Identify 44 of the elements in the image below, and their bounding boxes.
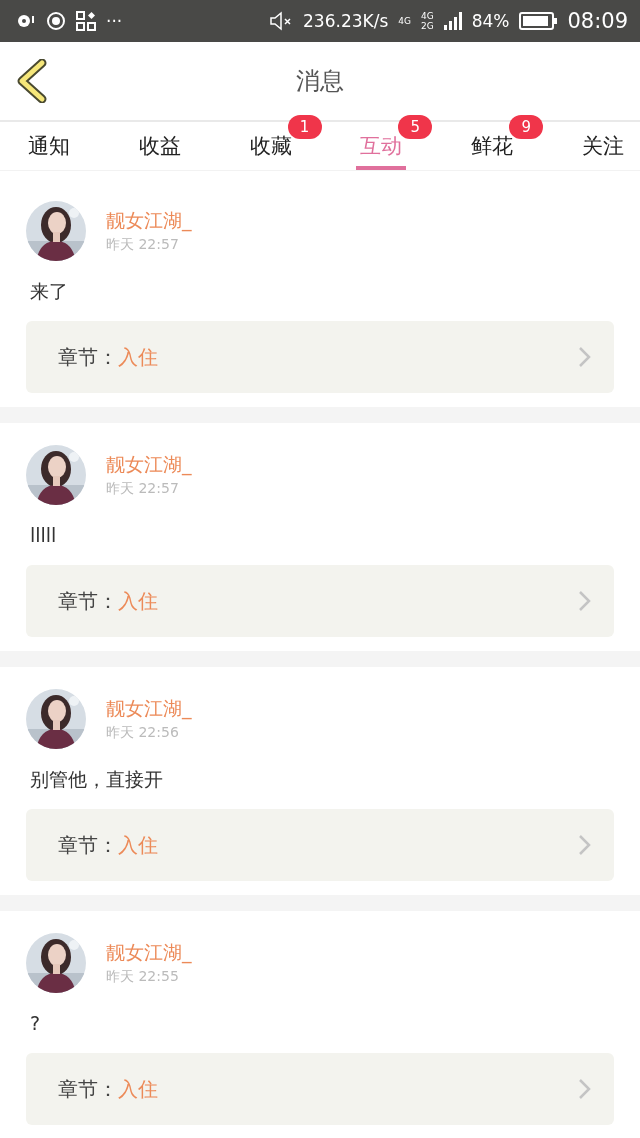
- chapter-title: 入住: [118, 831, 158, 859]
- chapter-title: 入住: [118, 587, 158, 615]
- message-text: ?: [30, 1011, 42, 1036]
- chapter-title: 入住: [118, 343, 158, 371]
- chapter-label: 章节：: [58, 587, 118, 615]
- battery-percent: 84%: [471, 11, 510, 31]
- chapter-link[interactable]: 章节：入住: [26, 1053, 614, 1125]
- tab[interactable]: 收益: [134, 122, 185, 170]
- chevron-right-icon: [578, 834, 592, 856]
- message-time: 昨天 22:57: [106, 236, 180, 254]
- message-text: 来了: [30, 279, 69, 304]
- signal-icon: [443, 11, 462, 31]
- tab[interactable]: 通知: [24, 122, 74, 170]
- tab[interactable]: 关注: [578, 122, 628, 170]
- chapter-label: 章节：: [58, 831, 118, 859]
- message-text: lllll: [30, 523, 58, 548]
- network-type: 4G: [420, 11, 434, 21]
- record-icon: [46, 11, 66, 31]
- more-indicator: ···: [106, 11, 123, 31]
- battery-icon: [519, 12, 558, 30]
- message-time: 昨天 22:56: [106, 724, 180, 742]
- count-badge: 5: [398, 115, 433, 139]
- back-icon[interactable]: [16, 59, 48, 103]
- message-time: 昨天 22:57: [106, 480, 180, 498]
- chapter-link[interactable]: 章节：入住: [26, 321, 614, 393]
- network-speed: 236.23K/s: [303, 11, 389, 31]
- chapter-label: 章节：: [58, 343, 118, 371]
- clock: 08:09: [567, 9, 628, 33]
- muted-speaker-icon: [269, 11, 294, 31]
- message-text: 别管他，直接开: [30, 767, 164, 792]
- chevron-right-icon: [578, 346, 592, 368]
- chevron-right-icon: [578, 1078, 592, 1100]
- chapter-link[interactable]: 章节：入住: [26, 565, 614, 637]
- page-title: 消息: [296, 66, 344, 97]
- notification-icon: [16, 12, 36, 30]
- apps-icon: [76, 11, 96, 31]
- count-badge: 9: [509, 115, 544, 139]
- chevron-right-icon: [578, 590, 592, 612]
- chapter-title: 入住: [118, 1075, 158, 1103]
- message-time: 昨天 22:55: [106, 968, 180, 986]
- chapter-label: 章节：: [58, 1075, 118, 1103]
- chapter-link[interactable]: 章节：入住: [26, 809, 614, 881]
- network-type: 4G: [398, 16, 411, 26]
- network-type: 2G: [420, 21, 434, 31]
